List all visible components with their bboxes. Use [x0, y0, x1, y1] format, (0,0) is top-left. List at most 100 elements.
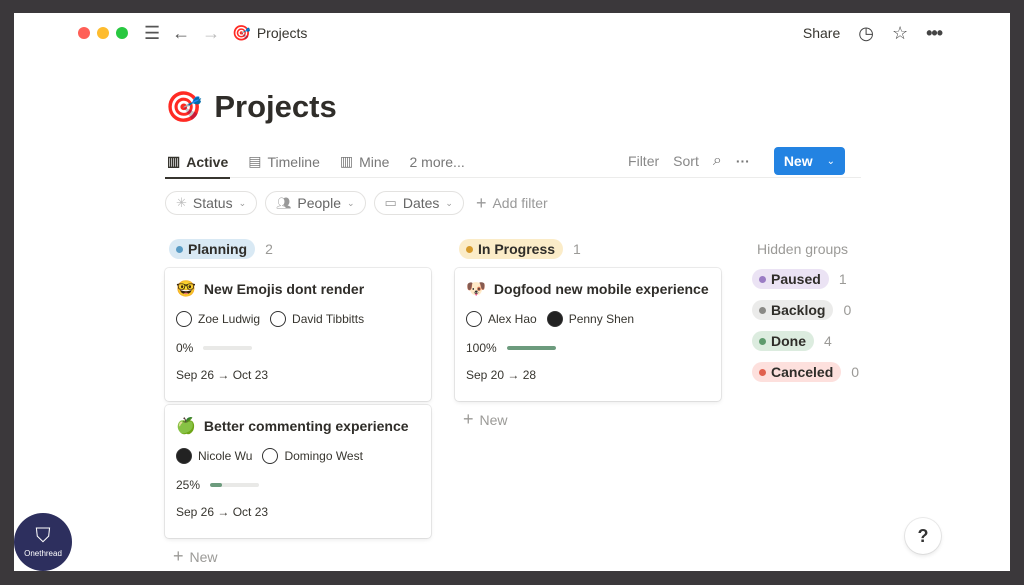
- progress-label: 25%: [176, 478, 201, 492]
- column-name: In Progress: [478, 241, 556, 257]
- green-apple-icon: 🍏: [176, 418, 196, 435]
- chevron-down-icon: ⌄: [346, 197, 355, 208]
- arrow-right-icon[interactable]: →: [202, 24, 220, 42]
- filter-people[interactable]: 👥︎ People ⌄: [265, 191, 366, 215]
- close-window-button[interactable]: [78, 27, 90, 39]
- onethread-watermark: ⛉ Onethread: [14, 513, 72, 571]
- add-card-button[interactable]: + New: [173, 546, 431, 567]
- share-button[interactable]: Share: [803, 25, 840, 41]
- board-icon: ▥: [167, 153, 181, 169]
- page-title[interactable]: Projects: [214, 89, 336, 125]
- search-icon[interactable]: ⌕: [713, 152, 722, 170]
- filter-button[interactable]: Filter: [628, 153, 659, 169]
- avatar: [176, 448, 192, 464]
- arrow-left-icon[interactable]: ←: [172, 24, 190, 42]
- add-card-button[interactable]: + New: [463, 409, 721, 430]
- status-badge[interactable]: In Progress: [459, 239, 564, 259]
- maximize-window-button[interactable]: [116, 27, 128, 39]
- card-progress: 100%: [466, 340, 710, 356]
- card-title-text: Better commenting experience: [203, 418, 409, 434]
- people-icon: 👥︎: [276, 196, 292, 210]
- progress-bar: [203, 346, 253, 350]
- tab-timeline[interactable]: ▤ Timeline: [246, 146, 322, 178]
- board-column-in-progress: In Progress 1 🐶 Dogfood new mobile exper…: [455, 239, 721, 430]
- breadcrumb-page: Projects: [256, 25, 308, 41]
- board-icon: ▥: [339, 153, 354, 169]
- person[interactable]: Domingo West: [262, 448, 363, 464]
- filter-dates[interactable]: ▭ Dates ⌄: [373, 191, 464, 215]
- column-header: Planning 2: [169, 239, 431, 259]
- card-people: Zoe Ludwig David Tibbitts: [176, 310, 420, 328]
- board-card[interactable]: 🍏 Better commenting experience Nicole Wu…: [165, 405, 431, 538]
- tab-label: Mine: [359, 153, 390, 170]
- person[interactable]: Alex Hao: [466, 311, 537, 327]
- status-badge[interactable]: Done: [752, 331, 814, 351]
- status-badge[interactable]: Canceled: [752, 362, 842, 382]
- minimize-window-button[interactable]: [97, 27, 109, 39]
- ellipsis-icon[interactable]: •••: [926, 24, 943, 42]
- target-icon: 🎯: [165, 90, 203, 124]
- breadcrumb[interactable]: 🎯 Projects: [232, 24, 307, 42]
- chevron-down-icon[interactable]: ⌄: [827, 156, 835, 167]
- chevron-down-icon: ⌄: [445, 197, 453, 208]
- person-name: Penny Shen: [568, 312, 635, 326]
- topbar-right: Share ◷ ☆ •••: [803, 21, 943, 45]
- ellipsis-icon[interactable]: ···: [736, 153, 750, 169]
- hamburger-icon[interactable]: ☰: [144, 24, 160, 42]
- hidden-group[interactable]: Canceled 0: [752, 362, 859, 382]
- tab-mine[interactable]: ▥ Mine: [338, 146, 392, 178]
- help-button[interactable]: ?: [905, 518, 941, 554]
- hidden-group[interactable]: Paused 1: [752, 269, 859, 289]
- card-title: 🍏 Better commenting experience: [176, 415, 420, 437]
- new-button[interactable]: New ⌄: [773, 147, 845, 175]
- filter-status[interactable]: ✳ Status ⌄: [165, 191, 258, 215]
- hidden-group[interactable]: Done 4: [752, 331, 859, 351]
- column-header: In Progress 1: [459, 239, 721, 259]
- tab-active[interactable]: ▥ Active: [165, 146, 231, 179]
- dog-face-icon: 🐶: [466, 281, 486, 298]
- avatar: [176, 311, 192, 327]
- status-badge[interactable]: Backlog: [752, 300, 834, 320]
- status-badge[interactable]: Planning: [169, 239, 256, 259]
- add-card-label: New: [479, 411, 508, 428]
- progress-bar: [506, 346, 556, 350]
- person[interactable]: Penny Shen: [546, 311, 635, 327]
- person[interactable]: Zoe Ludwig: [176, 311, 260, 327]
- progress-bar: [210, 483, 260, 487]
- filter-label: People: [297, 195, 341, 211]
- group-name: Backlog: [771, 302, 826, 318]
- clock-icon[interactable]: ◷: [858, 24, 874, 42]
- view-tabs: ▥ Active ▤ Timeline ▥ Mine 2 more... Fil…: [165, 146, 861, 179]
- progress-label: 100%: [466, 341, 497, 355]
- nerd-face-icon: 🤓: [176, 281, 196, 298]
- person[interactable]: Nicole Wu: [176, 448, 252, 464]
- group-count: 0: [851, 364, 860, 380]
- hidden-group[interactable]: Backlog 0: [752, 300, 859, 320]
- calendar-icon: ▭: [384, 195, 397, 210]
- plus-icon: +: [463, 409, 474, 429]
- status-dot: [466, 245, 473, 253]
- person-name: Alex Hao: [488, 312, 537, 326]
- person-name: Nicole Wu: [198, 449, 253, 463]
- group-count: 0: [843, 302, 852, 318]
- new-button-label: New: [783, 153, 813, 169]
- person[interactable]: David Tibbitts: [270, 311, 364, 327]
- status-badge[interactable]: Paused: [752, 269, 829, 289]
- star-icon[interactable]: ☆: [892, 24, 908, 42]
- board-card[interactable]: 🐶 Dogfood new mobile experience Alex Hao…: [455, 268, 721, 401]
- filter-label: Status: [192, 195, 233, 211]
- board-card[interactable]: 🤓 New Emojis dont render Zoe Ludwig Davi…: [165, 268, 431, 401]
- group-name: Paused: [771, 271, 821, 287]
- tab-more[interactable]: 2 more...: [407, 146, 466, 178]
- person-name: David Tibbitts: [292, 312, 365, 326]
- status-dot: [759, 306, 766, 314]
- add-filter-button[interactable]: + Add filter: [476, 193, 548, 214]
- plus-icon: +: [173, 546, 184, 566]
- card-title-text: Dogfood new mobile experience: [493, 281, 709, 297]
- card-people: Alex Hao Penny Shen: [466, 310, 710, 328]
- topbar-left: ☰ ← → 🎯 Projects: [144, 21, 307, 45]
- column-count: 1: [573, 241, 581, 257]
- plus-icon: +: [475, 192, 487, 213]
- sort-button[interactable]: Sort: [673, 153, 699, 169]
- card-dates: Sep 20 → 28: [466, 368, 537, 382]
